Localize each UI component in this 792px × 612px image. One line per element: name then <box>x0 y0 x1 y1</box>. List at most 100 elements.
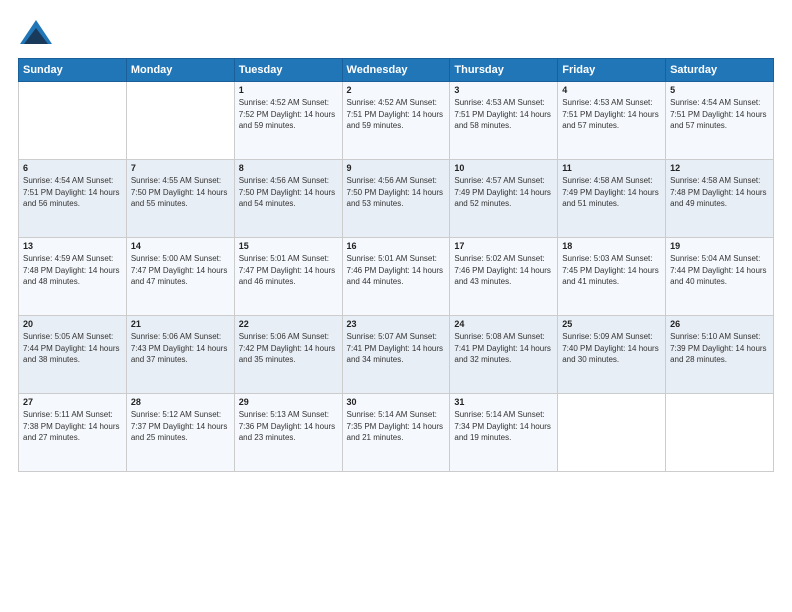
day-number: 31 <box>454 397 553 407</box>
day-info: Sunrise: 5:01 AM Sunset: 7:46 PM Dayligh… <box>347 253 446 288</box>
day-info: Sunrise: 5:03 AM Sunset: 7:45 PM Dayligh… <box>562 253 661 288</box>
calendar-cell: 21 Sunrise: 5:06 AM Sunset: 7:43 PM Dayli… <box>126 316 234 394</box>
day-info: Sunrise: 4:55 AM Sunset: 7:50 PM Dayligh… <box>131 175 230 210</box>
day-info: Sunrise: 5:14 AM Sunset: 7:34 PM Dayligh… <box>454 409 553 444</box>
day-info: Sunrise: 5:04 AM Sunset: 7:44 PM Dayligh… <box>670 253 769 288</box>
calendar-cell: 15 Sunrise: 5:01 AM Sunset: 7:47 PM Dayli… <box>234 238 342 316</box>
calendar-cell: 23 Sunrise: 5:07 AM Sunset: 7:41 PM Dayli… <box>342 316 450 394</box>
weekday-header: Wednesday <box>342 59 450 82</box>
day-info: Sunrise: 5:09 AM Sunset: 7:40 PM Dayligh… <box>562 331 661 366</box>
weekday-header: Sunday <box>19 59 127 82</box>
calendar-cell: 10 Sunrise: 4:57 AM Sunset: 7:49 PM Dayli… <box>450 160 558 238</box>
day-info: Sunrise: 4:57 AM Sunset: 7:49 PM Dayligh… <box>454 175 553 210</box>
calendar-cell: 20 Sunrise: 5:05 AM Sunset: 7:44 PM Dayli… <box>19 316 127 394</box>
weekday-row: SundayMondayTuesdayWednesdayThursdayFrid… <box>19 59 774 82</box>
day-number: 29 <box>239 397 338 407</box>
calendar-cell: 29 Sunrise: 5:13 AM Sunset: 7:36 PM Dayli… <box>234 394 342 472</box>
calendar-week-row: 27Sunrise: 5:11 AM Sunset: 7:38 PM Dayli… <box>19 394 774 472</box>
weekday-header: Monday <box>126 59 234 82</box>
day-number: 17 <box>454 241 553 251</box>
calendar-cell: 25 Sunrise: 5:09 AM Sunset: 7:40 PM Dayli… <box>558 316 666 394</box>
calendar-cell: 30Sunrise: 5:14 AM Sunset: 7:35 PM Dayli… <box>342 394 450 472</box>
weekday-header: Saturday <box>666 59 774 82</box>
calendar-cell: 12 Sunrise: 4:58 AM Sunset: 7:48 PM Dayli… <box>666 160 774 238</box>
day-number: 10 <box>454 163 553 173</box>
day-number: 20 <box>23 319 122 329</box>
day-number: 28 <box>131 397 230 407</box>
calendar-cell: 27Sunrise: 5:11 AM Sunset: 7:38 PM Dayli… <box>19 394 127 472</box>
header <box>18 18 774 48</box>
calendar-cell: 17 Sunrise: 5:02 AM Sunset: 7:46 PM Dayli… <box>450 238 558 316</box>
day-number: 5 <box>670 85 769 95</box>
day-number: 23 <box>347 319 446 329</box>
day-number: 16 <box>347 241 446 251</box>
calendar-cell: 3Sunrise: 4:53 AM Sunset: 7:51 PM Daylig… <box>450 82 558 160</box>
day-number: 2 <box>347 85 446 95</box>
day-info: Sunrise: 5:10 AM Sunset: 7:39 PM Dayligh… <box>670 331 769 366</box>
day-info: Sunrise: 4:58 AM Sunset: 7:48 PM Dayligh… <box>670 175 769 210</box>
day-info: Sunrise: 5:02 AM Sunset: 7:46 PM Dayligh… <box>454 253 553 288</box>
day-info: Sunrise: 5:00 AM Sunset: 7:47 PM Dayligh… <box>131 253 230 288</box>
day-number: 4 <box>562 85 661 95</box>
calendar-cell: 2Sunrise: 4:52 AM Sunset: 7:51 PM Daylig… <box>342 82 450 160</box>
calendar-cell: 14 Sunrise: 5:00 AM Sunset: 7:47 PM Dayli… <box>126 238 234 316</box>
day-number: 8 <box>239 163 338 173</box>
day-info: Sunrise: 4:54 AM Sunset: 7:51 PM Dayligh… <box>670 97 769 132</box>
weekday-header: Tuesday <box>234 59 342 82</box>
day-number: 19 <box>670 241 769 251</box>
day-info: Sunrise: 4:53 AM Sunset: 7:51 PM Dayligh… <box>562 97 661 132</box>
day-number: 18 <box>562 241 661 251</box>
day-info: Sunrise: 5:08 AM Sunset: 7:41 PM Dayligh… <box>454 331 553 366</box>
calendar-cell: 24 Sunrise: 5:08 AM Sunset: 7:41 PM Dayli… <box>450 316 558 394</box>
day-number: 30 <box>347 397 446 407</box>
calendar-week-row: 1 Sunrise: 4:52 AM Sunset: 7:52 PM Daylig… <box>19 82 774 160</box>
calendar-cell: 18 Sunrise: 5:03 AM Sunset: 7:45 PM Dayli… <box>558 238 666 316</box>
day-number: 22 <box>239 319 338 329</box>
calendar-week-row: 20 Sunrise: 5:05 AM Sunset: 7:44 PM Dayli… <box>19 316 774 394</box>
day-number: 11 <box>562 163 661 173</box>
day-number: 12 <box>670 163 769 173</box>
calendar-cell: 26 Sunrise: 5:10 AM Sunset: 7:39 PM Dayli… <box>666 316 774 394</box>
day-number: 21 <box>131 319 230 329</box>
day-number: 14 <box>131 241 230 251</box>
calendar-cell: 4 Sunrise: 4:53 AM Sunset: 7:51 PM Daylig… <box>558 82 666 160</box>
calendar-cell: 7Sunrise: 4:55 AM Sunset: 7:50 PM Daylig… <box>126 160 234 238</box>
day-number: 24 <box>454 319 553 329</box>
day-info: Sunrise: 4:56 AM Sunset: 7:50 PM Dayligh… <box>239 175 338 210</box>
day-info: Sunrise: 5:06 AM Sunset: 7:42 PM Dayligh… <box>239 331 338 366</box>
day-info: Sunrise: 5:07 AM Sunset: 7:41 PM Dayligh… <box>347 331 446 366</box>
calendar-cell: 5 Sunrise: 4:54 AM Sunset: 7:51 PM Daylig… <box>666 82 774 160</box>
weekday-header: Thursday <box>450 59 558 82</box>
day-info: Sunrise: 4:54 AM Sunset: 7:51 PM Dayligh… <box>23 175 122 210</box>
day-info: Sunrise: 5:06 AM Sunset: 7:43 PM Dayligh… <box>131 331 230 366</box>
day-number: 25 <box>562 319 661 329</box>
calendar-cell <box>558 394 666 472</box>
day-number: 6 <box>23 163 122 173</box>
day-number: 15 <box>239 241 338 251</box>
calendar-table: SundayMondayTuesdayWednesdayThursdayFrid… <box>18 58 774 472</box>
calendar-cell: 6 Sunrise: 4:54 AM Sunset: 7:51 PM Daylig… <box>19 160 127 238</box>
day-info: Sunrise: 4:59 AM Sunset: 7:48 PM Dayligh… <box>23 253 122 288</box>
day-info: Sunrise: 5:01 AM Sunset: 7:47 PM Dayligh… <box>239 253 338 288</box>
calendar-cell: 31 Sunrise: 5:14 AM Sunset: 7:34 PM Dayli… <box>450 394 558 472</box>
weekday-header: Friday <box>558 59 666 82</box>
calendar-cell: 11Sunrise: 4:58 AM Sunset: 7:49 PM Dayli… <box>558 160 666 238</box>
day-number: 9 <box>347 163 446 173</box>
day-info: Sunrise: 5:05 AM Sunset: 7:44 PM Dayligh… <box>23 331 122 366</box>
day-number: 26 <box>670 319 769 329</box>
day-info: Sunrise: 5:13 AM Sunset: 7:36 PM Dayligh… <box>239 409 338 444</box>
logo <box>18 18 58 48</box>
logo-icon <box>18 18 54 48</box>
calendar-week-row: 6 Sunrise: 4:54 AM Sunset: 7:51 PM Daylig… <box>19 160 774 238</box>
calendar-cell <box>19 82 127 160</box>
calendar-week-row: 13 Sunrise: 4:59 AM Sunset: 7:48 PM Dayli… <box>19 238 774 316</box>
calendar-cell: 19 Sunrise: 5:04 AM Sunset: 7:44 PM Dayli… <box>666 238 774 316</box>
calendar-cell: 13 Sunrise: 4:59 AM Sunset: 7:48 PM Dayli… <box>19 238 127 316</box>
day-number: 1 <box>239 85 338 95</box>
calendar-cell: 8 Sunrise: 4:56 AM Sunset: 7:50 PM Daylig… <box>234 160 342 238</box>
day-info: Sunrise: 4:52 AM Sunset: 7:52 PM Dayligh… <box>239 97 338 132</box>
day-number: 13 <box>23 241 122 251</box>
day-info: Sunrise: 4:56 AM Sunset: 7:50 PM Dayligh… <box>347 175 446 210</box>
calendar-cell <box>126 82 234 160</box>
calendar-cell: 9 Sunrise: 4:56 AM Sunset: 7:50 PM Daylig… <box>342 160 450 238</box>
